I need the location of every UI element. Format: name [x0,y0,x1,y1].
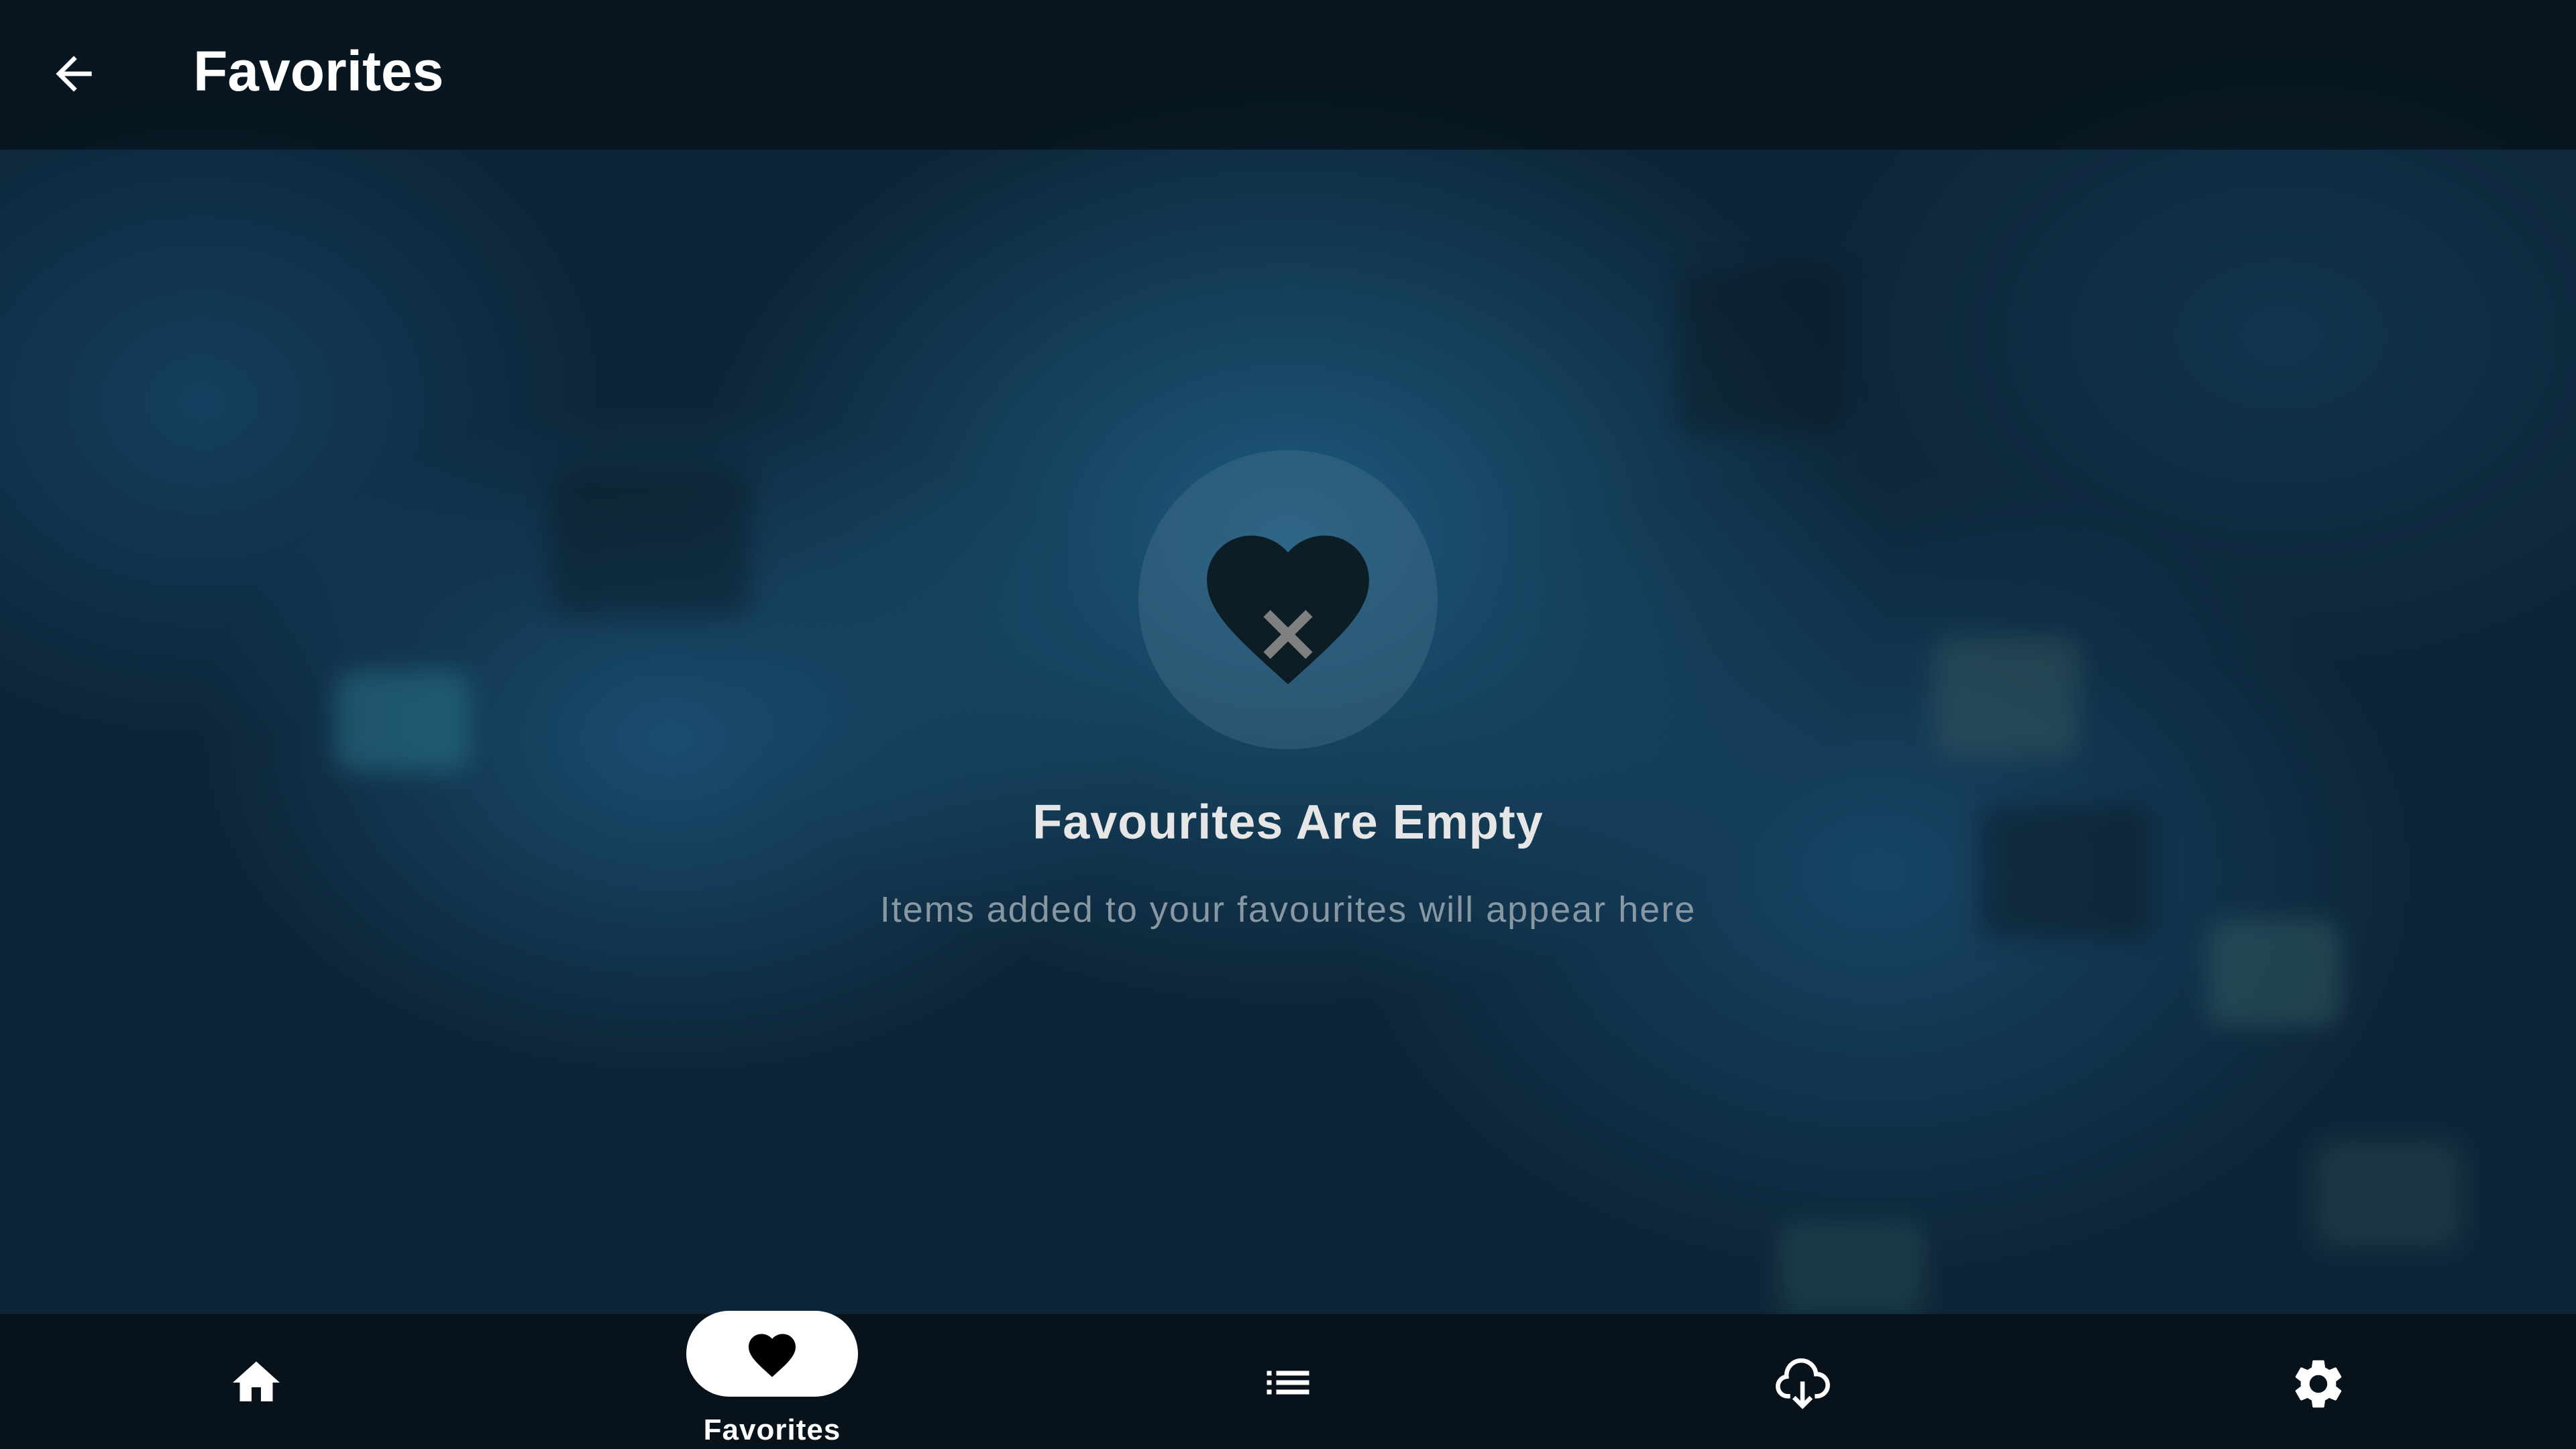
list-icon [1267,1371,1309,1395]
arrow-left-icon[interactable] [47,47,101,101]
heart-x-icon [1207,535,1369,685]
page-title: Favorites [193,40,444,103]
cloud-download-icon [1776,1358,1830,1409]
empty-title: Favourites Are Empty [1032,796,1544,849]
gear-icon [2295,1360,2342,1408]
empty-subtitle: Items added to your favourites will appe… [879,890,1697,930]
heart-icon [749,1334,796,1377]
nav-item-settings[interactable] [2218,1314,2419,1449]
selected-indicator [686,1311,858,1397]
nav-item-list[interactable] [1187,1314,1389,1449]
app-bar: Favorites [0,0,2576,150]
nav-item-home[interactable] [156,1314,357,1449]
bottom-navigation: Favorites [0,1311,2576,1449]
nav-label-favorites: Favorites [703,1413,841,1446]
nav-item-favorites[interactable]: Favorites [672,1311,873,1449]
home-icon [233,1361,280,1401]
nav-item-downloads[interactable] [1702,1314,1903,1449]
